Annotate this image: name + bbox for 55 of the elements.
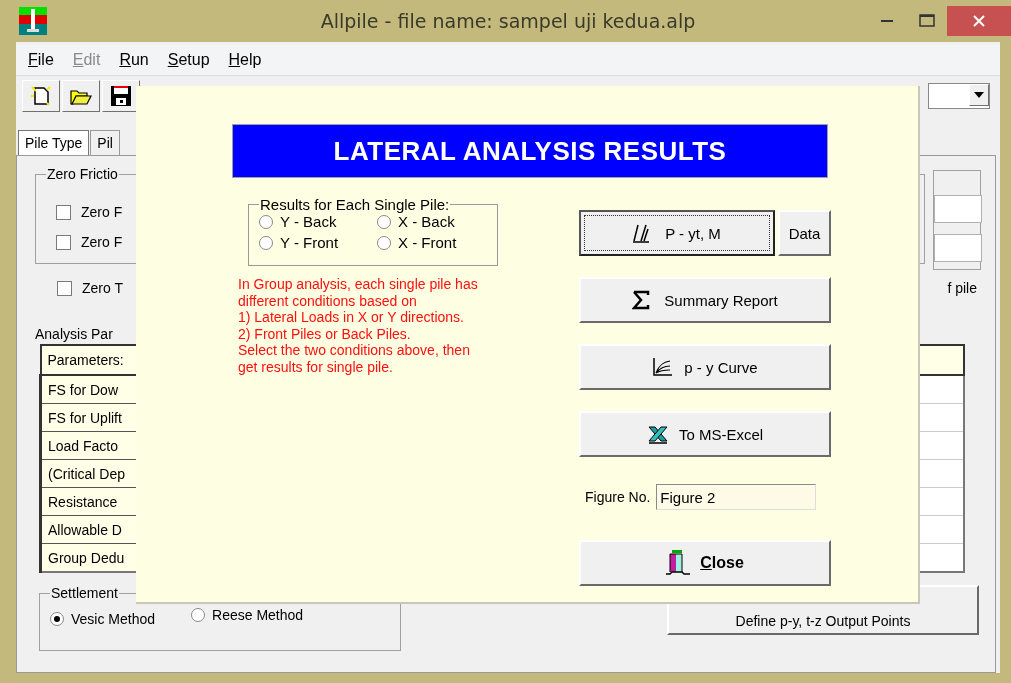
field-label: Figure No. <box>585 489 651 505</box>
action-button[interactable]: To MS-Excel <box>579 411 831 457</box>
radio-label: Vesic Method <box>71 611 156 627</box>
section-label: Analysis Par <box>35 326 113 342</box>
close-button[interactable] <box>947 6 1011 36</box>
new-file-button[interactable] <box>22 80 60 112</box>
figure-field[interactable]: Figure 2 <box>656 484 817 510</box>
curves-chart-icon <box>652 357 675 377</box>
checkbox[interactable] <box>56 234 71 250</box>
open-folder-button[interactable] <box>62 80 100 112</box>
group-title: Settlement <box>50 585 119 601</box>
maximize-icon <box>919 14 935 28</box>
close-dialog-button[interactable]: Close <box>579 540 831 586</box>
radio-label: Y - Front <box>280 234 339 251</box>
menu-item[interactable]: Setup <box>159 49 218 71</box>
menu-item[interactable]: File <box>20 49 62 71</box>
radio-label: Reese Method <box>212 607 304 623</box>
crossed-x-icon <box>646 424 669 444</box>
dropdown-field[interactable] <box>928 83 990 109</box>
action-button[interactable]: P - yt, M <box>579 210 775 256</box>
checkbox[interactable] <box>57 280 72 296</box>
radio-button[interactable] <box>377 235 391 250</box>
minimize-icon <box>881 20 893 22</box>
menu-item[interactable]: Run <box>111 49 157 71</box>
action-button[interactable]: Summary Report <box>579 277 831 323</box>
radio-button[interactable] <box>50 612 64 626</box>
checkbox-label: Zero T <box>82 280 123 296</box>
app-icon <box>19 7 47 35</box>
group-title: Results for Each Single Pile: <box>259 196 451 213</box>
new-file-icon <box>29 84 53 108</box>
pile-icon <box>666 550 691 576</box>
save-button[interactable] <box>102 80 140 112</box>
radio-button[interactable] <box>377 214 391 229</box>
menu-item[interactable]: Help <box>220 49 270 71</box>
radio-label: X - Front <box>398 234 457 251</box>
window-title: Allpile - file name: sampel uji kedua.alp <box>320 10 696 32</box>
action-button[interactable]: p - y Curve <box>579 344 831 390</box>
radio-button[interactable] <box>259 235 273 250</box>
radio-button[interactable] <box>259 214 273 229</box>
close-icon <box>972 14 986 28</box>
checkbox[interactable] <box>56 204 71 220</box>
tab[interactable]: Pil <box>90 130 120 155</box>
radio-button[interactable] <box>191 608 206 622</box>
tab[interactable]: Pile Type <box>18 130 90 155</box>
checkbox-label: Zero F <box>81 234 123 250</box>
caret-icon <box>974 92 984 98</box>
radio-label: X - Back <box>398 213 455 230</box>
checkbox-label: Zero F <box>81 204 123 220</box>
group-title: Zero Frictio <box>46 166 119 182</box>
data-button[interactable]: Data <box>778 210 831 256</box>
radio-label: Y - Back <box>280 213 337 230</box>
input-field[interactable] <box>934 195 982 223</box>
input-field[interactable] <box>934 234 982 262</box>
label: f pile <box>947 280 977 296</box>
dialog-heading: LATERAL ANALYSIS RESULTS <box>232 124 828 178</box>
